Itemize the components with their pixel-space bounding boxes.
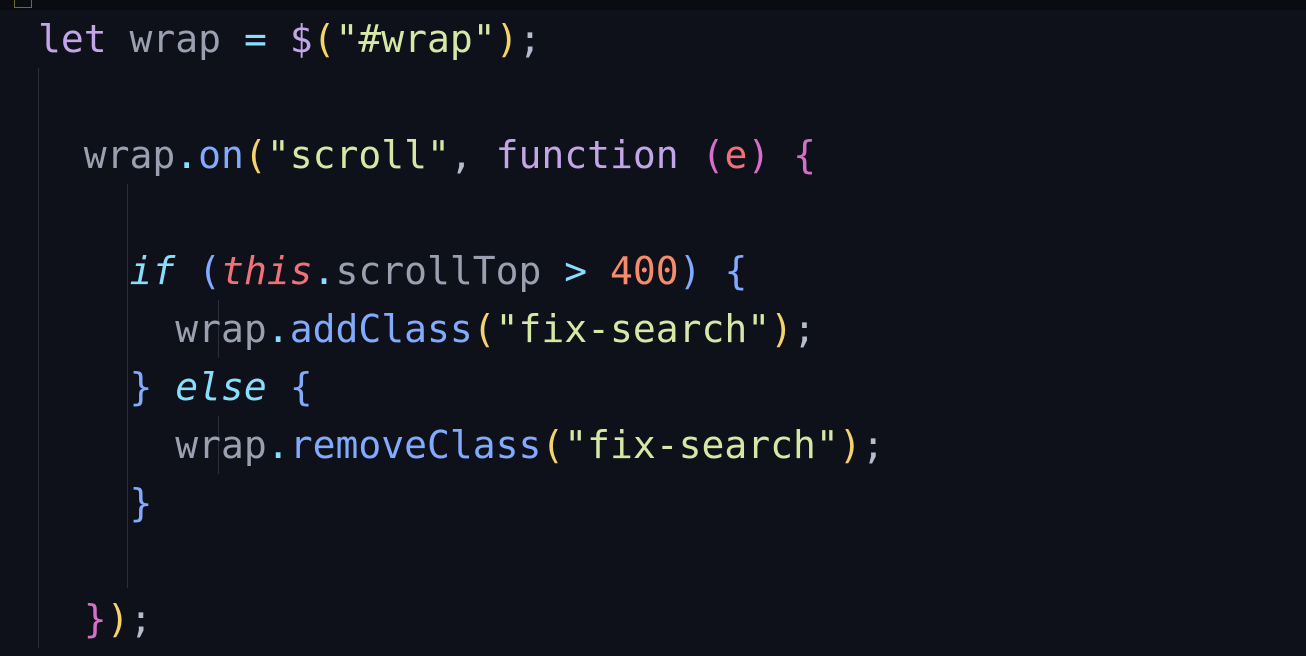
brace-open: { [289,365,313,409]
keyword-function: function [495,133,679,177]
keyword-else: else [175,365,267,409]
paren-open: ( [541,423,565,467]
dot: . [266,307,290,351]
semicolon: ; [793,307,816,351]
fold-marker [14,0,32,8]
paren-open: ( [312,17,336,61]
operator-gt: > [564,249,588,293]
paren-open: ( [198,249,222,293]
brace-close: } [83,597,107,641]
dot: . [266,423,290,467]
paren-close: ) [106,597,130,641]
string-event: "scroll" [266,133,450,177]
operator-assign: = [243,17,267,61]
code-line-7: } else { [38,358,885,416]
paren-close: ) [747,133,771,177]
paren-close: ) [495,17,519,61]
code-line-6: wrap.addClass("fix-search"); [38,300,885,358]
brace-close: } [129,481,153,525]
dot: . [312,249,336,293]
paren-close: ) [770,307,794,351]
jquery-dollar: $ [289,17,313,61]
string-selector: "#wrap" [335,17,496,61]
method-on: on [198,133,244,177]
param-e: e [724,133,748,177]
string-classname: "fix-search" [495,307,771,351]
identifier-wrap: wrap [175,307,267,351]
code-line-1: let wrap = $("#wrap"); [38,10,885,68]
editor-top-strip [0,0,1306,10]
paren-close: ) [838,423,862,467]
paren-open: ( [472,307,496,351]
dot: . [175,133,199,177]
method-addclass: addClass [289,307,473,351]
identifier-wrap: wrap [175,423,267,467]
code-editor[interactable]: let wrap = $("#wrap"); wrap.on("scroll",… [0,0,1306,656]
code-line-8: wrap.removeClass("fix-search"); [38,416,885,474]
paren-close: ) [678,249,702,293]
semicolon: ; [861,423,885,467]
code-line-11: }); [38,590,885,648]
keyword-let: let [38,17,107,61]
brace-open: { [724,249,748,293]
keyword-if: if [129,249,176,293]
code-line-5: if (this.scrollTop > 400) { [38,242,885,300]
brace-open: { [793,133,817,177]
semicolon: ; [518,17,542,61]
paren-open: ( [701,133,725,177]
code-content[interactable]: let wrap = $("#wrap"); wrap.on("scroll",… [38,10,885,648]
string-classname: "fix-search" [564,423,839,467]
brace-close: } [129,365,153,409]
paren-open: ( [243,133,267,177]
keyword-this: this [221,249,313,293]
comma: , [449,133,473,177]
method-removeclass: removeClass [289,423,542,467]
number-literal: 400 [610,249,679,293]
code-line-3: wrap.on("scroll", function (e) { [38,126,885,184]
identifier-wrap: wrap [129,17,222,61]
code-line-9: } [38,474,885,532]
semicolon: ; [129,597,153,641]
property-scrolltop: scrollTop [335,249,542,293]
identifier-wrap: wrap [83,133,176,177]
